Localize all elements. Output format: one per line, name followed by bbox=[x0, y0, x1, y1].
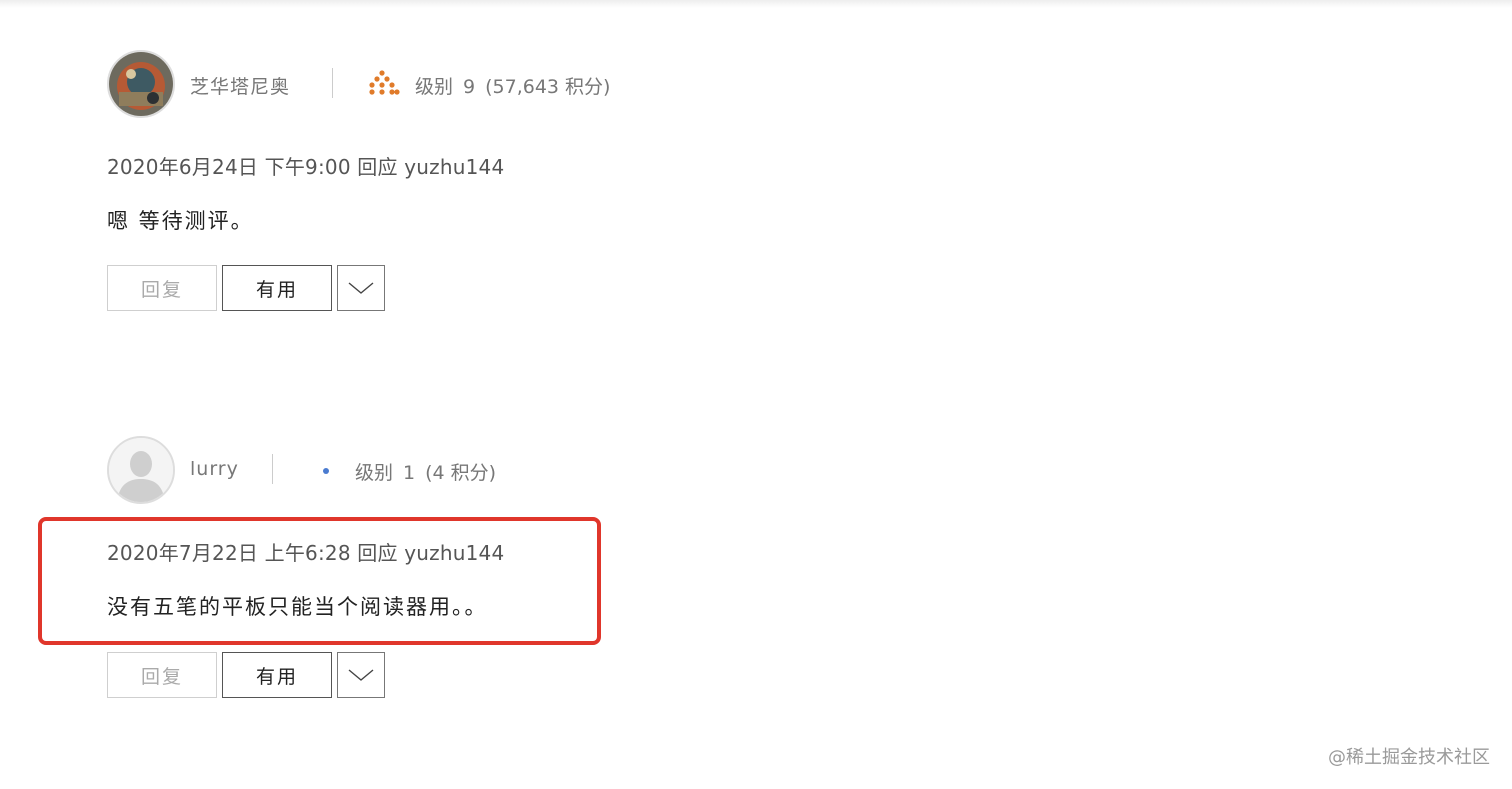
username[interactable]: lurry bbox=[190, 458, 239, 480]
more-dropdown-button[interactable] bbox=[337, 652, 385, 698]
watermark: @稀土掘金技术社区 bbox=[1328, 747, 1490, 768]
level-value: 1 bbox=[403, 462, 416, 484]
chevron-down-icon bbox=[348, 669, 374, 681]
comment-header: 芝华塔尼奥 级别 9 (57,643 积分) bbox=[107, 50, 807, 118]
level-points: (4 积分) bbox=[425, 462, 497, 484]
comment-meta: 2020年6月24日 下午9:00 回应 yuzhu144 bbox=[107, 155, 505, 179]
level-value: 9 bbox=[463, 76, 476, 98]
level-badge-icon bbox=[310, 454, 342, 486]
comment-header: lurry 级别 1 (4 积分) bbox=[107, 436, 807, 504]
level-badge-icon bbox=[368, 68, 400, 100]
highlight-annotation-box bbox=[38, 517, 601, 645]
level-label: 级别 bbox=[415, 76, 454, 98]
comment-body: 嗯 等待测评。 bbox=[107, 209, 254, 233]
user-level: 级别 9 (57,643 积分) bbox=[415, 72, 610, 99]
header-divider bbox=[332, 68, 333, 98]
reply-button[interactable]: 回复 bbox=[107, 265, 217, 311]
user-avatar[interactable] bbox=[107, 436, 175, 504]
comment-post: 芝华塔尼奥 级别 9 (57,643 积分) 2020年6月24日 下午9:00 回… bbox=[107, 50, 807, 320]
user-level: 级别 1 (4 积分) bbox=[355, 458, 496, 485]
username[interactable]: 芝华塔尼奥 bbox=[190, 72, 290, 99]
reply-button[interactable]: 回复 bbox=[107, 652, 217, 698]
avatar-photo-icon bbox=[109, 52, 173, 116]
level-points: (57,643 积分) bbox=[485, 76, 611, 98]
level-label: 级别 bbox=[355, 462, 394, 484]
useful-button[interactable]: 有用 bbox=[222, 265, 332, 311]
header-divider bbox=[272, 454, 273, 484]
default-avatar-icon bbox=[109, 438, 173, 502]
chevron-down-icon bbox=[348, 282, 374, 294]
more-dropdown-button[interactable] bbox=[337, 265, 385, 311]
user-avatar[interactable] bbox=[107, 50, 175, 118]
page-top-shadow bbox=[0, 0, 1512, 8]
useful-button[interactable]: 有用 bbox=[222, 652, 332, 698]
